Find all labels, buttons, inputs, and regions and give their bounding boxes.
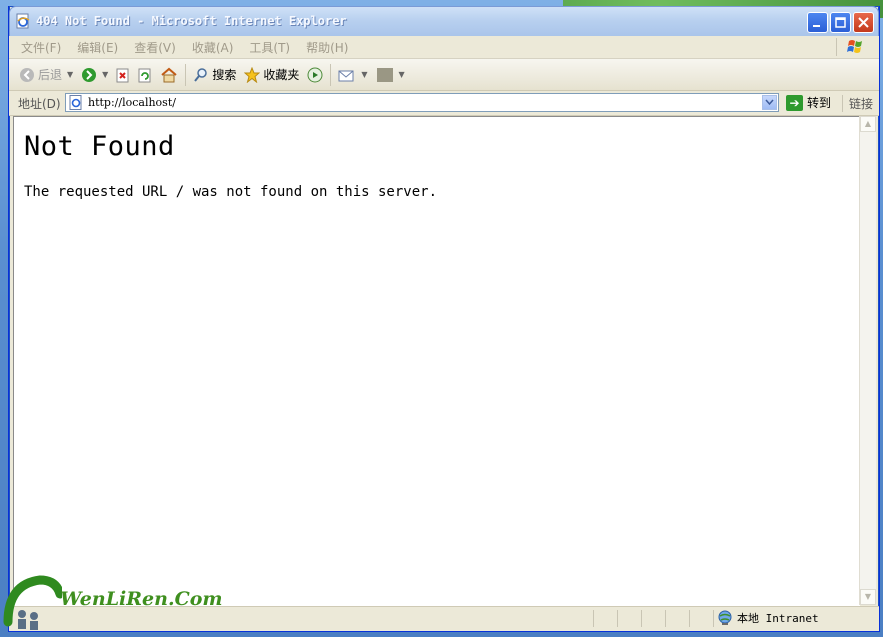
menu-edit[interactable]: 编辑(E) xyxy=(69,39,126,56)
search-button[interactable]: 搜索 xyxy=(189,63,240,87)
close-icon xyxy=(858,17,869,28)
scroll-up-button[interactable]: ▲ xyxy=(860,116,876,132)
status-divider xyxy=(665,610,666,627)
media-button[interactable] xyxy=(303,63,327,87)
scroll-down-button[interactable]: ▼ xyxy=(860,589,876,605)
menu-favorites[interactable]: 收藏(A) xyxy=(184,39,242,56)
toolbar-separator xyxy=(330,63,332,86)
minimize-icon xyxy=(813,25,820,27)
page-content: Not Found The requested URL / was not fo… xyxy=(13,116,860,607)
home-button[interactable] xyxy=(156,63,182,87)
toolbar-separator xyxy=(185,63,187,86)
status-divider xyxy=(713,610,714,627)
address-label: 地址(D) xyxy=(18,97,61,111)
windows-logo-icon xyxy=(836,38,862,56)
go-button[interactable]: ➔ 转到 xyxy=(786,94,831,111)
close-button[interactable] xyxy=(853,12,874,33)
mail-icon xyxy=(338,70,354,81)
error-message: The requested URL / was not found on thi… xyxy=(24,184,438,200)
stop-button[interactable] xyxy=(112,63,134,87)
watermark-logo xyxy=(3,575,65,630)
maximize-icon xyxy=(835,17,846,28)
search-label: 搜索 xyxy=(212,68,237,82)
forward-button[interactable]: ▼ xyxy=(77,63,112,87)
refresh-icon xyxy=(138,68,151,82)
favorites-label: 收藏夹 xyxy=(263,68,300,82)
zone-label: 本地 Intranet xyxy=(737,612,819,625)
menu-view[interactable]: 查看(V) xyxy=(126,39,184,56)
print-button[interactable]: ▼ xyxy=(372,63,409,87)
page-heading: Not Found xyxy=(24,131,175,162)
back-button[interactable]: 后退 ▼ xyxy=(15,63,77,87)
ie-window: 404 Not Found - Microsoft Internet Explo… xyxy=(8,6,880,632)
menu-help[interactable]: 帮助(H) xyxy=(298,39,356,56)
mail-button[interactable]: ▼ xyxy=(334,63,371,87)
home-icon xyxy=(161,67,177,82)
security-zone[interactable]: 本地 Intranet xyxy=(717,610,819,626)
maximize-button[interactable] xyxy=(830,12,851,33)
watermark-text: WenLiRen.Com xyxy=(60,588,223,610)
back-label: 后退 xyxy=(38,68,63,82)
title-bar[interactable]: 404 Not Found - Microsoft Internet Explo… xyxy=(9,6,879,38)
print-icon xyxy=(376,67,393,82)
star-icon xyxy=(244,66,261,83)
address-bar: 地址(D) ➔ 转到 链接 xyxy=(9,91,879,116)
vertical-scrollbar[interactable]: ▲ ▼ xyxy=(859,116,876,605)
status-divider xyxy=(641,610,642,627)
intranet-globe-icon xyxy=(718,610,732,625)
window-title: 404 Not Found - Microsoft Internet Explo… xyxy=(36,14,347,28)
back-arrow-icon xyxy=(20,67,34,82)
ie-page-icon xyxy=(69,95,82,110)
mail-dropdown-icon[interactable]: ▼ xyxy=(361,70,367,79)
media-icon xyxy=(307,67,323,82)
stop-icon xyxy=(116,68,129,82)
url-input[interactable] xyxy=(88,95,748,110)
minimize-button[interactable] xyxy=(807,12,828,33)
go-arrow-icon: ➔ xyxy=(786,94,803,111)
back-dropdown-icon[interactable]: ▼ xyxy=(67,70,73,79)
address-dropdown-button[interactable] xyxy=(762,95,777,110)
menu-tools[interactable]: 工具(T) xyxy=(241,39,298,56)
menu-bar: 文件(F) 编辑(E) 查看(V) 收藏(A) 工具(T) 帮助(H) xyxy=(9,36,879,59)
links-button[interactable]: 链接 xyxy=(841,95,873,112)
watermark: WenLiRen.Com xyxy=(2,570,222,634)
forward-dropdown-icon[interactable]: ▼ xyxy=(102,70,108,79)
standard-toolbar: 后退 ▼ ▼ 搜索 收藏夹 ▼ ▼ xyxy=(9,59,879,91)
status-divider xyxy=(617,610,618,627)
menu-file[interactable]: 文件(F) xyxy=(9,39,69,56)
address-field[interactable] xyxy=(65,93,779,112)
refresh-button[interactable] xyxy=(134,63,156,87)
search-icon xyxy=(194,67,208,82)
ie-page-icon xyxy=(16,13,30,29)
chevron-down-icon xyxy=(765,99,774,106)
go-label: 转到 xyxy=(807,96,832,110)
print-dropdown-icon[interactable]: ▼ xyxy=(399,70,405,79)
status-divider xyxy=(593,610,594,627)
favorites-button[interactable]: 收藏夹 xyxy=(240,63,303,87)
status-divider xyxy=(689,610,690,627)
forward-arrow-icon xyxy=(82,67,97,82)
